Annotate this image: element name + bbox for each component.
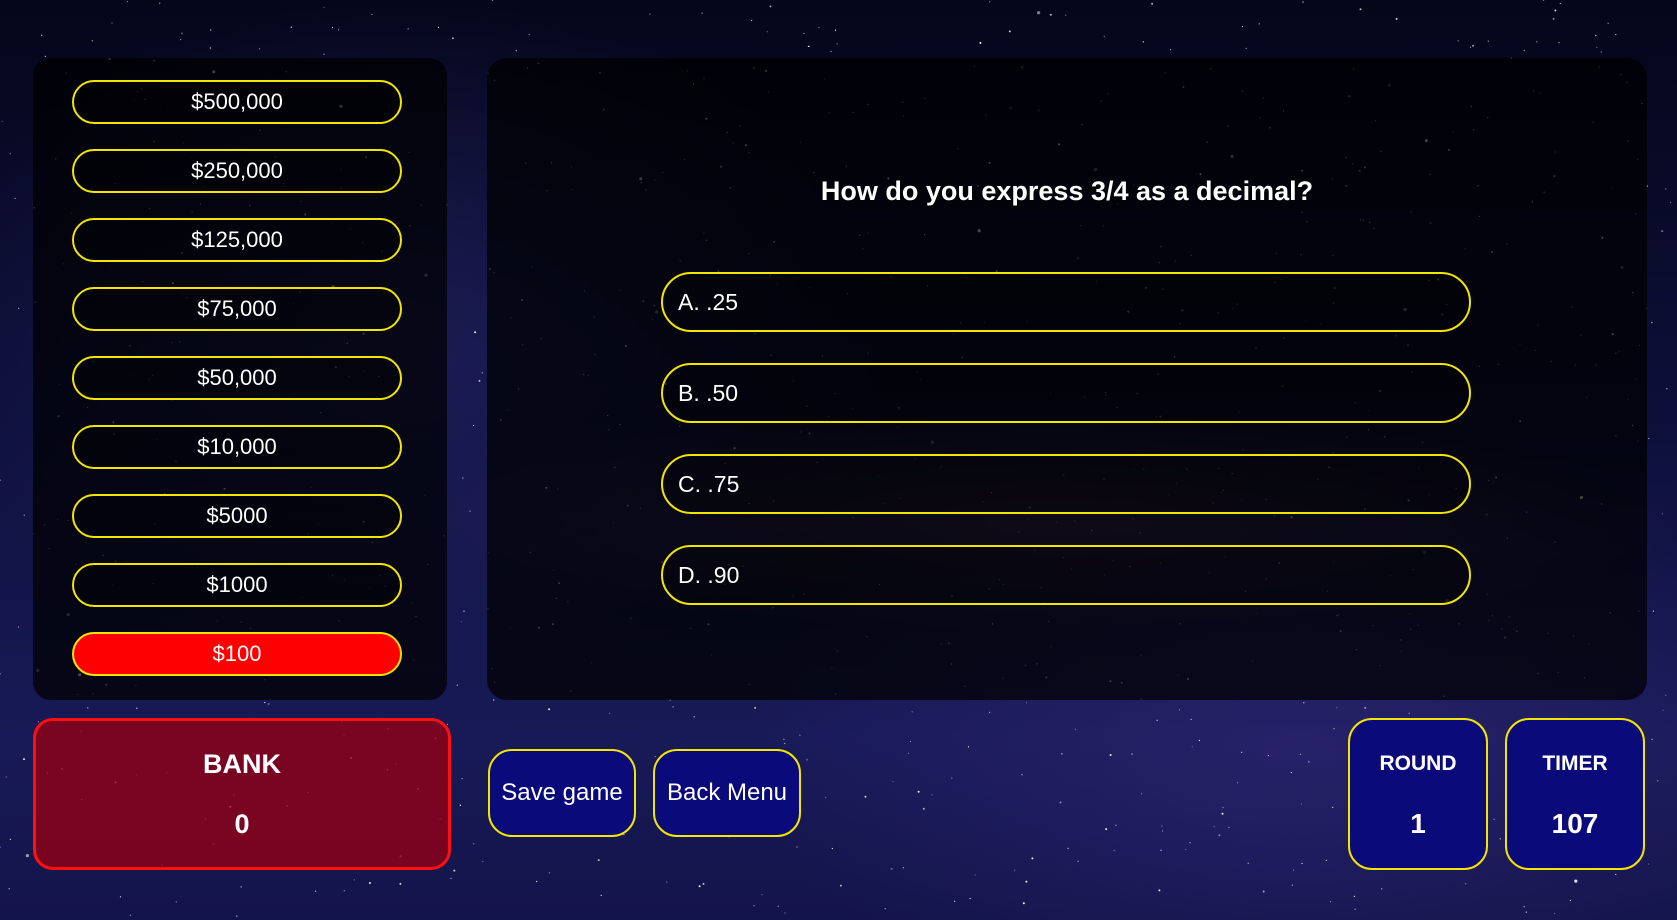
save-game-button[interactable]: Save game (488, 749, 636, 837)
prize-level-1000: $1000 (72, 563, 402, 607)
prize-level-250000: $250,000 (72, 149, 402, 193)
answer-option-c[interactable]: C. .75 (661, 454, 1471, 514)
timer-panel: TIMER 107 (1505, 718, 1645, 870)
bank-value: 0 (234, 809, 250, 839)
question-text: How do you express 3/4 as a decimal? (820, 176, 1314, 206)
timer-value: 107 (1551, 808, 1599, 839)
round-label: ROUND (1379, 752, 1457, 775)
bank-panel: BANK 0 (33, 718, 451, 870)
prize-level-50000: $50,000 (72, 356, 402, 400)
answer-option-d[interactable]: D. .90 (661, 545, 1471, 605)
answer-option-b[interactable]: B. .50 (661, 363, 1471, 423)
bank-label: BANK (203, 749, 281, 779)
timer-label: TIMER (1542, 752, 1608, 775)
answer-option-a[interactable]: A. .25 (661, 272, 1471, 332)
back-menu-button[interactable]: Back Menu (653, 749, 801, 837)
round-panel: ROUND 1 (1348, 718, 1488, 870)
prize-level-75000: $75,000 (72, 287, 402, 331)
prize-level-500000: $500,000 (72, 80, 402, 124)
prize-level-125000: $125,000 (72, 218, 402, 262)
prize-level-10000: $10,000 (72, 425, 402, 469)
prize-ladder: $500,000 $250,000 $125,000 $75,000 $50,0… (33, 58, 447, 700)
prize-level-5000: $5000 (72, 494, 402, 538)
round-value: 1 (1410, 808, 1426, 839)
question-panel: How do you express 3/4 as a decimal? A. … (487, 58, 1647, 700)
prize-level-100: $100 (72, 632, 402, 676)
